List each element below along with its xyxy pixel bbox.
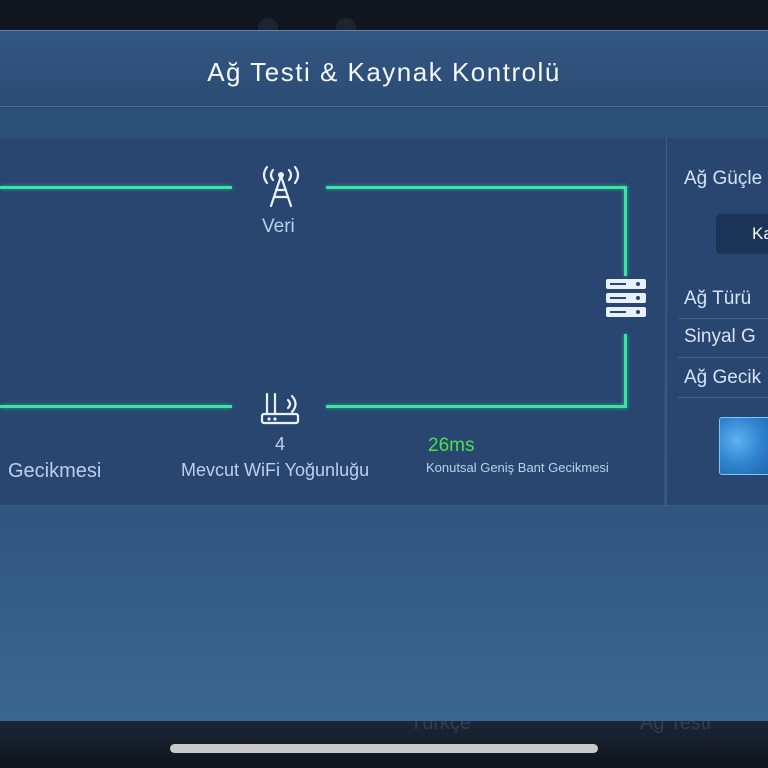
- wifi-density-label: Mevcut WiFi Yoğunluğu: [181, 460, 370, 480]
- broadband-latency-label: Konutsal Geniş Bant Gecikmesi: [426, 460, 609, 475]
- connection-line: [326, 186, 626, 189]
- connection-line: [326, 405, 626, 408]
- connection-line: [0, 186, 232, 189]
- connection-line: [624, 186, 627, 276]
- left-latency-label: Gecikmesi: [8, 460, 102, 482]
- wifi-count: 4: [275, 434, 286, 454]
- data-node-label: Veri: [262, 216, 295, 237]
- network-test-button[interactable]: Ka: [716, 214, 768, 254]
- network-type-label: Ağ Türü: [684, 288, 752, 309]
- divider: [678, 357, 768, 358]
- signal-strength-label: Sinyal G: [684, 326, 756, 347]
- network-diagram-panel: Veri 4 Mevcut WiFi Yoğunluğu Gecikmesi 2…: [0, 138, 664, 505]
- action-image-button[interactable]: [719, 417, 768, 475]
- background-icon: [258, 18, 278, 30]
- network-test-dialog: Ağ Testi & Kaynak Kontrolü Veri 4 Mevcut…: [0, 30, 768, 721]
- wifi-router-icon: [260, 392, 300, 425]
- connection-line: [624, 334, 627, 408]
- dialog-subheader: [0, 108, 768, 138]
- network-test-button-label: Ka: [752, 224, 768, 243]
- broadband-latency-value: 26ms: [428, 435, 475, 456]
- dialog-lower-area: [0, 505, 768, 721]
- background-top-bar: [0, 0, 768, 30]
- divider: [678, 318, 768, 319]
- server-icon: [606, 279, 646, 317]
- network-latency-label: Ağ Gecik: [684, 367, 762, 388]
- background-icon: [336, 18, 356, 30]
- home-indicator[interactable]: [170, 744, 598, 753]
- connection-line: [0, 405, 232, 408]
- dialog-title: Ağ Testi & Kaynak Kontrolü: [207, 57, 561, 87]
- divider: [678, 397, 768, 398]
- screen: Türkçe Ağ Testi Ağ Testi & Kaynak Kontro…: [0, 0, 768, 768]
- signal-tower-icon: [262, 165, 300, 208]
- dialog-title-bar: Ağ Testi & Kaynak Kontrolü: [0, 31, 768, 107]
- network-strength-header: Ağ Güçle: [684, 168, 763, 189]
